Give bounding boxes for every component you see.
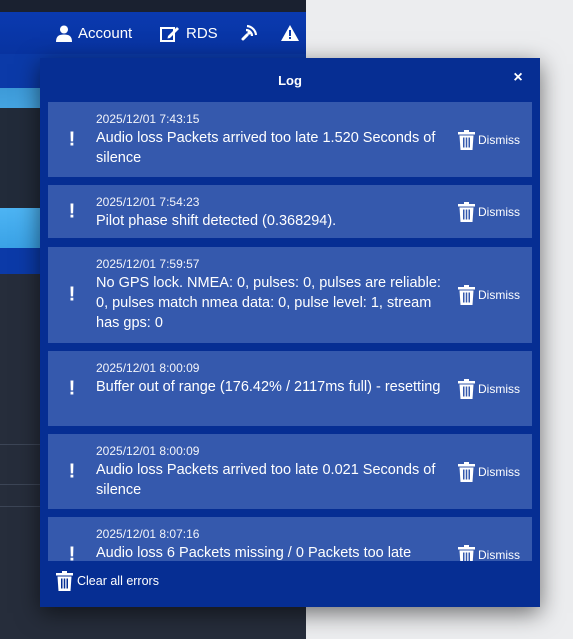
trash-icon [458,461,475,482]
entry-message: Audio loss Packets arrived too late 0.02… [96,462,436,498]
entry-message: Audio loss Packets arrived too late 1.52… [96,130,436,166]
exclamation-icon: ! [68,377,76,399]
rds-button[interactable]: RDS [160,12,218,54]
dismiss-label: Dismiss [478,288,520,302]
trash-icon [458,544,475,561]
trash-icon [458,129,475,150]
exclamation-icon: ! [68,200,76,222]
clear-all-errors-button[interactable]: Clear all errors [56,571,159,591]
dismiss-button[interactable]: Dismiss [458,378,520,399]
broadcast-button[interactable] [240,12,258,54]
entry-message: Audio loss 6 Packets missing / 0 Packets… [96,545,412,561]
entry-timestamp: 2025/12/01 8:00:09 [96,444,200,458]
log-entry: ! 2025/12/01 8:00:09 Audio loss Packets … [48,434,532,509]
entry-timestamp: 2025/12/01 7:54:23 [96,195,200,209]
log-entry: ! 2025/12/01 8:00:09 Buffer out of range… [48,351,532,426]
dismiss-button[interactable]: Dismiss [458,129,520,150]
modal-title: Log [278,72,302,88]
dismiss-label: Dismiss [478,464,520,479]
entry-timestamp: 2025/12/01 8:00:09 [96,361,200,375]
clear-all-label: Clear all errors [77,574,159,588]
dismiss-label: Dismiss [478,132,520,147]
entry-timestamp: 2025/12/01 7:43:15 [96,112,200,126]
top-toolbar: Account RDS [0,12,306,54]
close-icon[interactable]: × [510,70,526,86]
entry-message: Pilot phase shift detected (0.368294). [96,213,337,229]
exclamation-icon: ! [68,128,76,150]
warning-icon [281,25,299,41]
account-button[interactable]: Account [56,12,132,54]
log-entry: ! 2025/12/01 7:54:23 Pilot phase shift d… [48,185,532,238]
log-modal: Log × ! 2025/12/01 7:43:15 Audio loss Pa… [40,58,540,607]
rds-label: RDS [186,24,218,42]
dismiss-button[interactable]: Dismiss [458,544,520,562]
exclamation-icon: ! [68,543,76,561]
user-icon [56,25,72,42]
log-entry: ! 2025/12/01 7:59:57 No GPS lock. NMEA: … [48,247,532,343]
dismiss-label: Dismiss [478,547,520,562]
entry-message: No GPS lock. NMEA: 0, pulses: 0, pulses … [96,275,441,331]
dismiss-button[interactable]: Dismiss [458,285,520,305]
entry-timestamp: 2025/12/01 8:07:16 [96,527,200,541]
modal-footer: Clear all errors [40,561,540,607]
dismiss-label: Dismiss [478,381,520,396]
trash-icon [458,285,475,305]
trash-icon [458,378,475,399]
dismiss-button[interactable]: Dismiss [458,461,520,482]
dismiss-label: Dismiss [478,204,520,219]
exclamation-icon: ! [68,283,76,306]
dismiss-button[interactable]: Dismiss [458,201,520,222]
trash-icon [458,201,475,222]
broadcast-icon [241,24,258,41]
account-label: Account [78,24,133,42]
log-entry: ! 2025/12/01 8:07:16 Audio loss 6 Packet… [48,517,532,561]
entry-timestamp: 2025/12/01 7:59:57 [96,257,200,271]
trash-icon [56,571,73,591]
edit-icon [160,26,179,42]
entry-message: Buffer out of range (176.42% / 2117ms fu… [96,379,441,395]
alerts-button[interactable] [281,12,299,54]
log-entry: ! 2025/12/01 7:43:15 Audio loss Packets … [48,102,532,177]
log-list[interactable]: ! 2025/12/01 7:43:15 Audio loss Packets … [48,102,532,561]
exclamation-icon: ! [68,460,76,482]
